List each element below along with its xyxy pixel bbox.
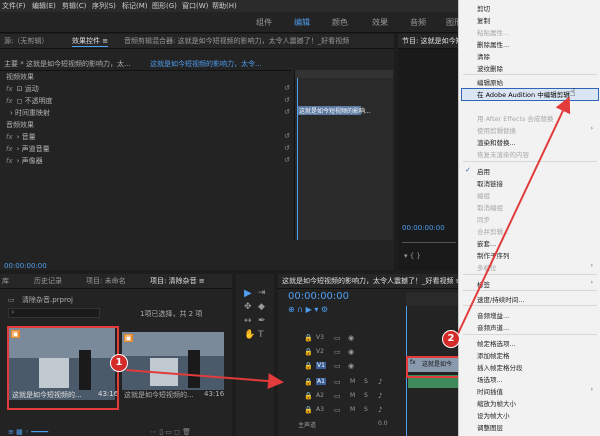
annotation-arrows: [125, 96, 571, 390]
annotation-badge-1: 1: [110, 354, 128, 372]
arrow-1: [125, 369, 284, 390]
annotation-badge-2: 2: [442, 330, 460, 348]
arrow-2: [454, 96, 571, 341]
